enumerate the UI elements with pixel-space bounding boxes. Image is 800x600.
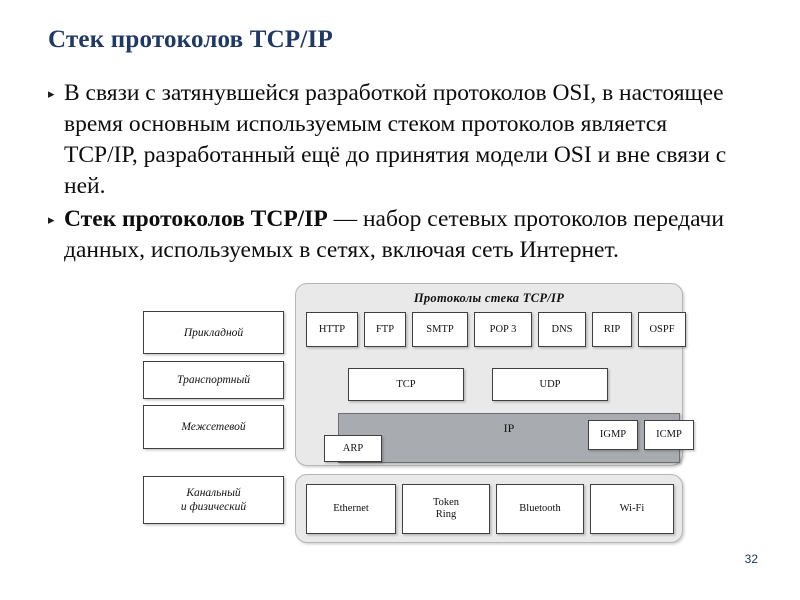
protocol-box-pop3[interactable]: POP 3 [474, 312, 532, 347]
protocol-box-bluetooth[interactable]: Bluetooth [496, 484, 584, 534]
layer-label-link-line2: и физический [180, 501, 247, 513]
protocol-box-wifi[interactable]: Wi-Fi [590, 484, 674, 534]
protocol-label: UDP [539, 378, 561, 390]
protocol-box-icmp[interactable]: ICMP [644, 420, 694, 450]
bullet-arrow-icon: ▸ [48, 86, 55, 101]
tcpip-stack-diagram: Прикладной Транспортный Межсетевой Канал… [143, 277, 694, 547]
protocol-label: Wi-Fi [619, 503, 645, 514]
protocol-label: HTTP [318, 323, 346, 335]
protocol-label: Token Ring [433, 497, 459, 521]
layer-label-internet: Межсетевой [181, 421, 246, 433]
protocol-box-dns[interactable]: DNS [538, 312, 586, 347]
protocol-label-line2: Ring [435, 509, 457, 520]
protocol-label: IGMP [599, 429, 627, 440]
protocol-stack-panel: Протоколы стека TCP/IP HTTP FTP SMTP POP… [295, 283, 694, 466]
protocol-label: TCP [396, 378, 416, 390]
protocol-label-line1: Token [432, 497, 460, 508]
bullet-text: В связи с затянувшейся разработкой прото… [64, 78, 746, 202]
protocol-box-igmp[interactable]: IGMP [588, 420, 638, 450]
protocol-box-smtp[interactable]: SMTP [412, 312, 468, 347]
layer-label-link-physical: Канальный и физический [181, 486, 246, 514]
protocol-box-http[interactable]: HTTP [306, 312, 358, 347]
protocol-label: OSPF [649, 323, 675, 335]
protocol-box-arp[interactable]: ARP [324, 435, 382, 462]
protocol-label: DNS [551, 323, 573, 335]
layer-box-link-physical: Канальный и физический [143, 476, 284, 524]
list-item: ▸ Стек протоколов TCP/IP — набор сетевых… [46, 204, 746, 266]
link-layer-panel: Ethernet Token Ring Bluetooth Wi-Fi [295, 474, 683, 543]
bullet-text: Стек протоколов TCP/IP — набор сетевых п… [64, 204, 746, 266]
protocol-box-ethernet[interactable]: Ethernet [306, 484, 396, 534]
bullet-arrow-icon: ▸ [48, 212, 55, 227]
protocol-box-ftp[interactable]: FTP [364, 312, 406, 347]
protocol-box-udp[interactable]: UDP [492, 368, 608, 401]
protocol-label: ICMP [656, 429, 682, 440]
layer-label-transport: Транспортный [176, 374, 251, 386]
protocol-label: FTP [375, 323, 395, 335]
layer-box-transport: Транспортный [143, 361, 284, 399]
page-number: 32 [744, 552, 758, 566]
layer-box-application: Прикладной [143, 311, 284, 354]
layer-label-application: Прикладной [183, 326, 244, 339]
protocol-box-ospf[interactable]: OSPF [638, 312, 686, 347]
protocol-label: SMTP [426, 323, 454, 335]
list-item: ▸ В связи с затянувшейся разработкой про… [46, 78, 746, 202]
bullet-list: ▸ В связи с затянувшейся разработкой про… [46, 78, 746, 268]
protocol-box-token-ring[interactable]: Token Ring [402, 484, 490, 534]
protocol-label: ARP [342, 442, 364, 454]
protocol-label: POP 3 [489, 323, 517, 335]
layer-label-link-line1: Канальный [186, 487, 241, 499]
page-title: Стек протоколов TCP/IP [48, 26, 333, 53]
bullet-body: В связи с затянувшейся разработкой прото… [64, 80, 727, 199]
protocol-box-tcp[interactable]: TCP [348, 368, 464, 401]
layer-box-internet: Межсетевой [143, 405, 284, 449]
bullet-lead-term: Стек протоколов TCP/IP [64, 206, 328, 232]
protocol-label: Bluetooth [519, 503, 561, 514]
protocol-box-rip[interactable]: RIP [592, 312, 632, 347]
protocol-label: RIP [603, 323, 621, 335]
protocol-label: Ethernet [333, 503, 369, 514]
panel-heading: Протоколы стека TCP/IP [413, 291, 565, 305]
